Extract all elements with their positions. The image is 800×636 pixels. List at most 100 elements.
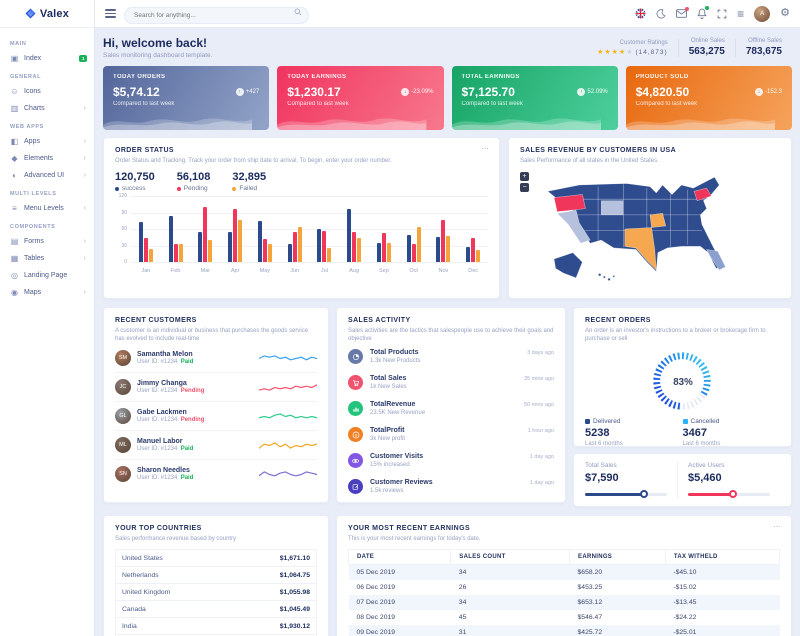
bar-group-jan[interactable] [139,196,153,262]
hamburger-icon[interactable] [105,7,116,19]
order-status-menu-button[interactable]: ⋯ [481,144,490,153]
sidebar-section-title: GENERAL [0,67,94,83]
sidebar-item-icons[interactable]: ☺ Icons [0,83,94,100]
customer-row[interactable]: ML Manuel Labor User ID: #1234 Paid [115,431,317,460]
earnings-row[interactable]: 09 Dec 2019 31 $425.72 -$25.01 [349,625,780,636]
bar-group-apr[interactable] [228,196,242,262]
list-icon[interactable]: ≡ [737,8,744,20]
sidebar-item-icon: ☺ [10,87,19,96]
sidebar-item-elements[interactable]: ◆ Elements › [0,150,94,167]
slider-knob[interactable] [729,490,737,498]
country-row[interactable]: United Kingdom $1,055.98 [116,584,316,601]
row-order-map: ORDER STATUS ⋯ Order Status and Tracking… [103,137,792,299]
map-zoom-in-button[interactable]: + [520,172,529,181]
earnings-column-header: EARNINGS [570,550,666,565]
slider-knob[interactable] [640,490,648,498]
chevron-right-icon: › [84,289,86,296]
activity-row[interactable]: Customer Reviews 1.5k reviews 1 day ago [348,474,554,500]
customer-avatar: SM [115,350,131,366]
search-input[interactable] [124,7,309,24]
chevron-right-icon: › [84,255,86,262]
customer-row[interactable]: GL Gabe Lackmen User ID: #1234 Pending [115,402,317,431]
customer-avatar: GL [115,408,131,424]
up-arrow-icon: ↑ [236,88,244,96]
sidebar-item-menu-levels[interactable]: ≡ Menu Levels › [0,200,94,217]
recent-customers-subtitle: A customer is an individual or business … [115,327,317,344]
mail-notification-dot [685,7,689,11]
earnings-row[interactable]: 05 Dec 2019 34 $658.20 -$45.10 [349,565,780,581]
activity-row[interactable]: Total Sales 1k New Sales 35 mins ago [348,370,554,396]
map-zoom-out-button[interactable]: − [520,183,529,192]
recent-earnings-menu-button[interactable]: ⋯ [773,522,782,531]
activity-row[interactable]: Total Products 1.3k New Products 3 days … [348,344,554,370]
logo-text: Valex [40,8,69,20]
customer-avatar: SN [115,466,131,482]
country-row[interactable]: Netherlands $1,064.75 [116,567,316,584]
bar-group-jul[interactable] [317,196,331,262]
bar-group-sep[interactable] [377,196,391,262]
bar-group-aug[interactable] [347,196,361,262]
customer-row[interactable]: SN Sharon Needles User ID: #1234 Paid [115,460,317,488]
chevron-right-icon: › [84,172,86,179]
bar-group-mar[interactable] [198,196,212,262]
gear-icon[interactable]: ⚙ [780,8,790,19]
bar-pending [233,209,237,262]
bar-group-dec[interactable] [466,196,480,262]
customer-ratings: Customer Ratings ★★★★★(14,873) [587,40,678,56]
progress-slider[interactable] [688,490,770,498]
customer-sparkline [259,437,317,453]
expand-icon[interactable] [717,9,727,19]
sidebar-item-landing-page[interactable]: ◎ Landing Page [0,267,94,284]
sidebar-item-icon: ▦ [10,254,19,263]
bar-group-jun[interactable] [288,196,302,262]
flag-icon[interactable] [635,8,646,19]
customer-row[interactable]: SM Samantha Melon User ID: #1234 Paid [115,344,317,373]
progress-slider[interactable] [585,490,667,498]
activity-row[interactable]: $ TotalProfit 3k New profit 1 hour ago [348,422,554,448]
bar-group-may[interactable] [258,196,272,262]
moon-icon[interactable] [656,9,666,19]
bar-pending [471,238,475,263]
svg-text:$: $ [354,433,356,437]
sidebar-item-advanced-ui[interactable]: ◐ Advanced UI › [0,167,94,184]
bell-icon[interactable] [697,8,707,19]
bar-success [317,229,321,262]
bar-failed [476,250,480,262]
sidebar-item-index[interactable]: ▣ Index 1 [0,50,94,67]
country-row[interactable]: India $1,930.12 [116,618,316,635]
customers-list: SM Samantha Melon User ID: #1234 Paid JC… [115,344,317,488]
sidebar-item-maps[interactable]: ◉ Maps › [0,284,94,301]
usa-map[interactable] [517,174,783,292]
stat-card-today-orders[interactable]: TODAY ORDERS $5,74.12 ↑+427 Compared to … [103,66,269,130]
sidebar-item-tables[interactable]: ▦ Tables › [0,250,94,267]
earnings-row[interactable]: 07 Dec 2019 34 $653.12 -$13.45 [349,595,780,610]
bar-group-oct[interactable] [407,196,421,262]
bar-group-nov[interactable] [436,196,450,262]
customer-row[interactable]: JC Jimmy Changa User ID: #1234 Pending [115,373,317,402]
bar-pending [144,238,148,263]
mail-icon[interactable] [676,9,687,18]
sidebar-item-apps[interactable]: ◧ Apps › [0,133,94,150]
content: Hi, welcome back! Sales monitoring dashb… [95,28,800,636]
country-row[interactable]: United States $1,671.10 [116,550,316,567]
bar-failed [327,248,331,262]
activity-row[interactable]: TotalRevenue 23.5K New Revenue 50 mins a… [348,396,554,422]
stat-card-today-earnings[interactable]: TODAY EARNINGS $1,230.17 ↓-23.09% Compar… [277,66,443,130]
stat-card-product-sold[interactable]: PRODUCT SOLD $4,820.50 ↓-152.3 Compared … [626,66,792,130]
bar-group-feb[interactable] [169,196,183,262]
search-icon[interactable] [294,8,302,16]
bar-success [169,216,173,262]
bar-failed [149,249,153,263]
sales-activity-title: SALES ACTIVITY [348,317,554,324]
bar-pending [352,232,356,262]
user-avatar[interactable]: A [754,6,770,22]
activity-time: 1 day ago [530,453,554,460]
earnings-row[interactable]: 06 Dec 2019 26 $453.25 -$15.02 [349,580,780,595]
sidebar-item-forms[interactable]: ▤ Forms › [0,233,94,250]
sidebar-item-charts[interactable]: ▥ Charts › [0,100,94,117]
country-row[interactable]: Canada $1,045.49 [116,601,316,618]
logo[interactable]: Valex [0,0,94,28]
activity-row[interactable]: Customer Visits 15% increased 1 day ago [348,448,554,474]
stat-card-total-earnings[interactable]: TOTAL EARNINGS $7,125.70 ↑52.09% Compare… [452,66,618,130]
earnings-row[interactable]: 08 Dec 2019 45 $546.47 -$24.22 [349,610,780,625]
